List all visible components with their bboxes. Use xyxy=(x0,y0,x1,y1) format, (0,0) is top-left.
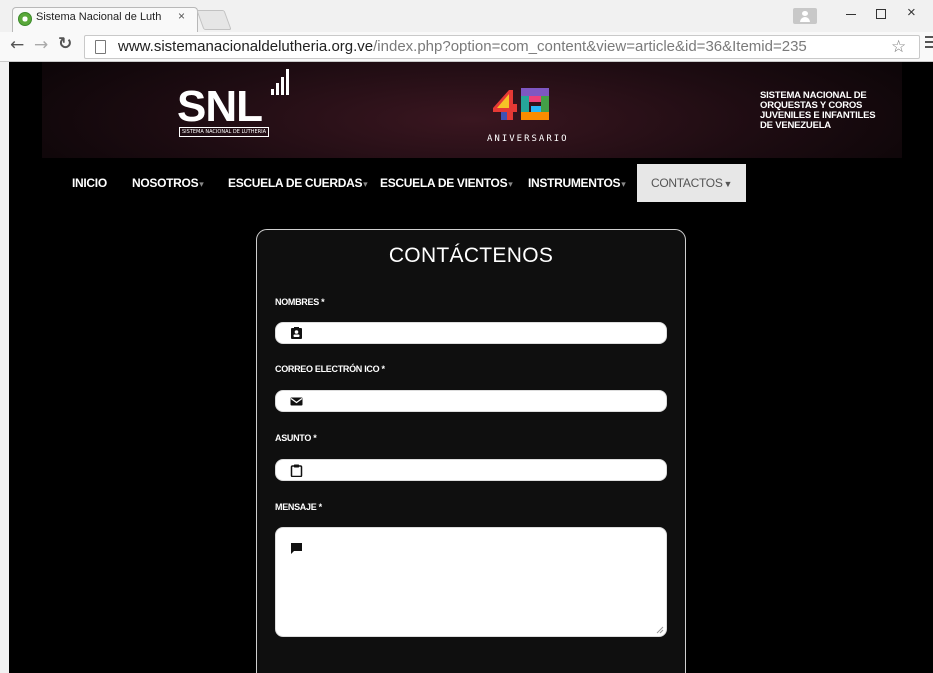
caret-down-icon: ▾ xyxy=(199,179,204,189)
nav-label: ESCUELA DE CUERDAS xyxy=(228,176,363,190)
envelope-icon xyxy=(290,397,303,406)
nav-item-nosotros[interactable]: NOSOTROS▾ xyxy=(132,164,204,202)
back-arrow-icon[interactable]: ← xyxy=(10,35,24,55)
main-nav: INICIO NOSOTROS▾ ESCUELA DE CUERDAS▾ ESC… xyxy=(42,164,902,202)
window-close-icon[interactable]: × xyxy=(907,4,916,21)
nombres-label: NOMBRES * xyxy=(275,297,325,307)
mensaje-label: MENSAJE * xyxy=(275,502,322,512)
profile-icon[interactable] xyxy=(793,8,817,24)
address-bar[interactable]: www.sistemanacionaldelutheria.org.ve/ind… xyxy=(84,35,920,59)
bookmark-star-icon[interactable]: ☆ xyxy=(891,37,906,57)
asunto-label: ASUNTO * xyxy=(275,433,317,443)
snl-logo[interactable]: SNL SISTEMA NACIONAL DE LUTHERIA xyxy=(177,69,295,138)
minimize-icon[interactable] xyxy=(846,14,856,15)
anniversary-logo: ANIVERSARIO xyxy=(487,80,569,144)
nav-item-instrumentos[interactable]: INSTRUMENTOS▾ xyxy=(528,164,626,202)
caret-down-icon: ▾ xyxy=(621,179,626,189)
snl-logo-text: SNL xyxy=(177,82,263,131)
snl-logo-subtitle: SISTEMA NACIONAL DE LUTHERIA xyxy=(179,127,270,137)
browser-menu-icon[interactable] xyxy=(925,36,933,51)
nombres-input[interactable] xyxy=(275,322,667,344)
web-page: SNL SISTEMA NACIONAL DE LUTHERIA ANIVERS… xyxy=(0,62,933,673)
nav-item-inicio[interactable]: INICIO xyxy=(72,164,107,202)
caret-down-icon: ▾ xyxy=(363,179,368,189)
browser-toolbar: ← → ↻ www.sistemanacionaldelutheria.org.… xyxy=(0,32,933,62)
nav-label: INICIO xyxy=(72,176,107,190)
page-icon xyxy=(95,40,106,54)
form-title: CONTÁCTENOS xyxy=(388,244,554,267)
mensaje-textarea[interactable] xyxy=(275,527,667,637)
caret-down-icon: ▼ xyxy=(723,179,733,189)
site-header: SNL SISTEMA NACIONAL DE LUTHERIA ANIVERS… xyxy=(42,62,902,158)
nav-item-escuela-de-vientos[interactable]: ESCUELA DE VIENTOS▾ xyxy=(380,164,513,202)
url-domain: www.sistemanacionaldelutheria.org.ve xyxy=(118,38,374,55)
nav-label: CONTACTOS xyxy=(651,176,723,190)
anniversary-40-icon xyxy=(493,88,549,120)
correo-input[interactable] xyxy=(275,390,667,412)
resize-handle-icon[interactable] xyxy=(656,626,664,634)
contact-form: CONTÁCTENOS NOMBRES * CORREO ELECTRÓN IC… xyxy=(256,229,686,673)
nav-label: ESCUELA DE VIENTOS xyxy=(380,176,508,190)
asunto-input[interactable] xyxy=(275,459,667,481)
tab-close-icon[interactable]: × xyxy=(178,9,185,23)
url-path: /index.php?option=com_content&view=artic… xyxy=(373,38,807,55)
forward-arrow-icon[interactable]: → xyxy=(34,35,48,55)
tab-title: Sistema Nacional de Luth xyxy=(36,11,162,23)
caret-down-icon: ▾ xyxy=(508,179,513,189)
nav-item-escuela-de-cuerdas[interactable]: ESCUELA DE CUERDAS▾ xyxy=(228,164,368,202)
clipboard-icon xyxy=(290,464,303,477)
url-text[interactable]: www.sistemanacionaldelutheria.org.ve/ind… xyxy=(118,38,807,55)
site-favicon-icon xyxy=(18,12,32,26)
anniversary-text: ANIVERSARIO xyxy=(487,134,569,144)
reload-icon[interactable]: ↻ xyxy=(58,34,72,54)
maximize-icon[interactable] xyxy=(876,9,886,19)
nav-item-contactos[interactable]: CONTACTOS▼ xyxy=(637,164,747,202)
sistema-line: DE VENEZUELA xyxy=(760,120,831,131)
sistema-nacional-logo: SISTEMA NACIONAL DE ORQUESTAS Y COROS JU… xyxy=(760,91,900,131)
nav-label: INSTRUMENTOS xyxy=(528,176,621,190)
correo-label: CORREO ELECTRÓN ICO * xyxy=(275,364,385,374)
browser-tab-strip: Sistema Nacional de Luth × × xyxy=(0,0,933,32)
nav-label: NOSOTROS xyxy=(132,176,199,190)
new-tab-button[interactable] xyxy=(196,10,232,30)
window-edge xyxy=(0,62,9,673)
speech-bubble-icon xyxy=(291,543,302,554)
contact-card-icon xyxy=(291,327,302,339)
